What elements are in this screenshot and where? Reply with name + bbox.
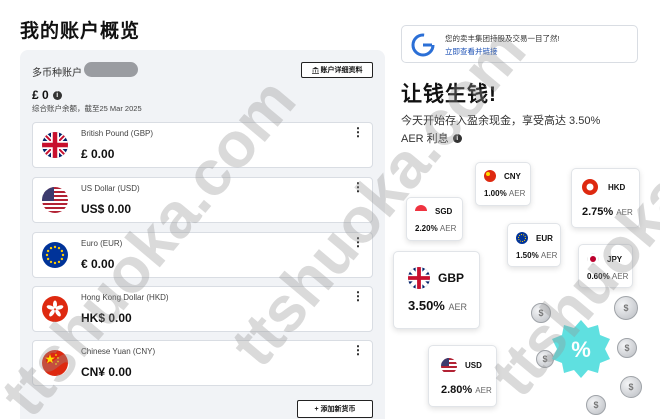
eu-flag-icon [42,242,68,268]
total-balance: £ 0 i [32,88,62,102]
account-overview-page: 我的账户概览 多币种账户 账户详细资料 £ 0 i 综合账户余额，截至25 Ma… [0,0,660,419]
account-card-cny[interactable]: Chinese Yuan (CNY) CN¥ 0.00 ⋮ [32,340,373,386]
coin-icon: $ [614,296,638,320]
rate-value: 3.50% AER [408,298,467,313]
more-options-icon[interactable]: ⋮ [352,290,364,302]
eu-flag-icon [516,232,528,244]
us-flag-icon [42,187,68,213]
account-card-eur[interactable]: Euro (EUR) € 0.00 ⋮ [32,232,373,278]
rate-value: 0.60% AER [587,272,628,281]
rate-percent: 0.60% [587,272,610,281]
rate-chip-eur: EUR 1.50% AER [507,223,561,267]
account-card-usd[interactable]: US Dollar (USD) US$ 0.00 ⋮ [32,177,373,223]
account-name: Hong Kong Dollar (HKD) [81,293,169,302]
rate-value: 2.20% AER [415,224,456,233]
rate-value: 1.00% AER [484,189,525,198]
account-name: Chinese Yuan (CNY) [81,347,156,356]
rate-percent: 3.50% [408,298,445,313]
promo-subtitle-2-text: AER 利息 [401,133,449,145]
account-name: British Pound (GBP) [81,129,154,138]
rate-suffix: AER [508,189,526,198]
promo-title: 让钱生钱! [401,83,497,106]
more-options-icon[interactable]: ⋮ [352,344,364,356]
info-icon[interactable]: i [52,90,62,100]
bank-icon [311,66,319,74]
multi-currency-label: 多币种账户 [32,68,82,79]
account-balance: £ 0.00 [81,147,115,161]
rate-percent: 1.00% [484,189,507,198]
currency-code: USD [465,361,482,370]
rate-value: 2.75% AER [582,206,633,218]
rate-suffix: AER [540,251,558,260]
total-balance-value: £ 0 [32,88,49,102]
rate-chip-hkd: HKD 2.75% AER [571,168,640,228]
hk-flag-icon [42,296,68,322]
rate-suffix: AER [611,272,629,281]
currency-code: JPY [607,255,623,264]
page-title: 我的账户概览 [20,21,141,42]
more-options-icon[interactable]: ⋮ [352,236,364,248]
cn-flag-icon [484,170,496,182]
uk-flag-icon [42,132,68,158]
jp-flag-icon [587,253,599,265]
add-currency-button[interactable]: + 添加新货币 [297,400,373,418]
percent-badge-icon: % [552,320,610,378]
rate-chip-cny: CNY 1.00% AER [475,162,531,206]
account-balance: HK$ 0.00 [81,311,132,325]
rate-suffix: AER [439,224,457,233]
accounts-panel: 多币种账户 账户详细资料 £ 0 i 综合账户余额，截至25 Mar 2025 … [20,50,385,419]
rate-percent: 2.20% [415,224,438,233]
rate-chip-sgd: SGD 2.20% AER [406,197,463,241]
account-details-label: 账户详细资料 [320,67,363,74]
rate-suffix: AER [616,208,633,217]
more-options-icon[interactable]: ⋮ [352,181,364,193]
rate-suffix: AER [475,386,492,395]
rate-chip-usd: USD 2.80% AER [428,345,497,407]
account-balance: CN¥ 0.00 [81,365,132,379]
rate-value: 1.50% AER [516,251,557,260]
rate-suffix: AER [448,302,468,312]
currency-code: GBP [438,271,465,285]
link-holdings-banner[interactable]: 您的卖丰集团持股及交易一目了然! 立即查看并链接 [401,25,638,63]
more-options-icon[interactable]: ⋮ [352,126,364,138]
account-card-gbp[interactable]: British Pound (GBP) £ 0.00 ⋮ [32,122,373,168]
promo-subtitle-2: AER 利息 i [401,130,462,146]
rate-chip-jpy: JPY 0.60% AER [578,244,633,288]
info-icon[interactable]: i [452,133,462,143]
rate-value: 2.80% AER [441,384,492,396]
currency-code: SGD [435,207,453,216]
banner-link[interactable]: 立即查看并链接 [445,46,498,57]
coin-icon: $ [586,395,606,415]
g-logo-icon [411,33,435,57]
account-details-button[interactable]: 账户详细资料 [301,62,373,78]
hk-flag-icon [582,179,598,195]
rate-percent: 2.80% [441,384,473,396]
svg-text:%: % [571,337,591,362]
balance-note: 综合账户余额，截至25 Mar 2025 [32,104,142,113]
account-name: US Dollar (USD) [81,184,140,193]
cn-flag-icon [42,350,68,376]
rate-percent: 2.75% [582,206,614,218]
currency-code: CNY [504,172,521,181]
coin-icon: $ [617,338,637,358]
currency-code: EUR [536,234,553,243]
coin-icon: $ [620,376,642,398]
redacted-account-number [84,62,138,77]
banner-text: 您的卖丰集团持股及交易一目了然! [445,34,560,43]
uk-flag-icon [408,267,430,289]
account-card-hkd[interactable]: Hong Kong Dollar (HKD) HK$ 0.00 ⋮ [32,286,373,332]
us-flag-icon [441,358,457,374]
currency-code: HKD [608,183,626,192]
sg-flag-icon [415,205,427,217]
rate-chip-gbp: GBP 3.50% AER [393,251,480,329]
promo-subtitle: 今天开始存入盈余现金，享受高达 3.50% [401,115,601,127]
account-balance: € 0.00 [81,257,115,271]
account-name: Euro (EUR) [81,239,123,248]
coin-icon: $ [531,303,551,323]
account-balance: US$ 0.00 [81,202,132,216]
rate-percent: 1.50% [516,251,539,260]
